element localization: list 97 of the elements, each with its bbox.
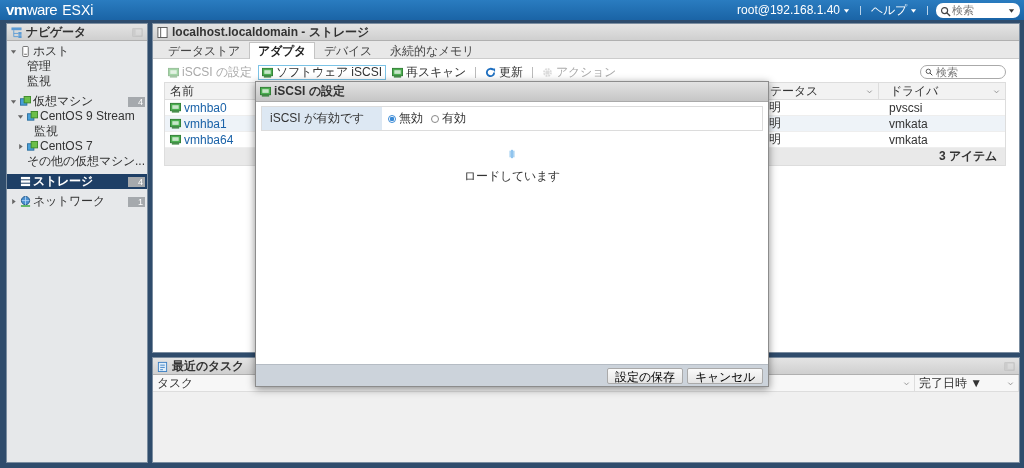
card-icon [170,102,181,113]
collapse-arrow-icon[interactable] [10,48,17,55]
refresh-icon [485,66,497,78]
panel-title: ナビゲータ [26,24,86,40]
collapse-arrow-icon[interactable] [10,98,17,105]
field-label: iSCSI が有効です [262,107,382,130]
card-icon [392,66,404,78]
chevron-icon[interactable] [866,87,873,95]
dialog-title: iSCSI の設定 [274,83,345,100]
tree-label: 管理 [27,59,51,74]
stacked-boxes-icon [27,111,38,122]
radio-label: 有効 [442,110,466,127]
chevron-icon[interactable] [1007,380,1014,387]
loading-icon [507,149,517,159]
tab[interactable]: 永続的なメモリ [381,42,483,58]
dialog-button[interactable]: 設定の保存 [607,367,683,384]
tab[interactable]: デバイス [315,42,381,58]
tree-label: 監視 [34,124,58,139]
tree-item[interactable]: ストレージ 4 [7,174,147,189]
tree-item[interactable]: 監視 [7,124,147,139]
toolbar-button[interactable]: 更新 [481,64,528,80]
tree-label: CentOS 7 [40,139,93,154]
server-icon [20,46,31,57]
radio-button[interactable] [431,114,439,123]
tab[interactable]: データストア [159,42,249,58]
caret-icon [843,6,850,14]
tree-label: 監視 [27,74,51,89]
header-label: 完了日時 ▼ [919,375,983,392]
collapse-arrow-icon[interactable] [17,113,24,120]
count-badge: 1 [128,196,145,207]
card-icon [262,66,273,78]
card-icon [260,86,271,97]
table-cell: vmkata [878,116,1005,132]
tree-label: その他の仮想マシン... [27,154,145,169]
radio-label: 無効 [399,110,423,127]
tab[interactable]: アダプタ [249,42,315,59]
expand-arrow-icon[interactable] [10,198,17,205]
dialog-button[interactable]: キャンセル [687,367,763,384]
search-icon [925,68,933,76]
window-icon [157,26,168,38]
logo-text: vmware [6,1,58,19]
search-field[interactable]: 検索 [920,65,1006,79]
tree-item[interactable]: CentOS 7 [7,139,147,154]
chevron-icon[interactable] [993,87,1000,95]
tree-item[interactable]: ネットワーク 1 [7,194,147,209]
radio-option[interactable]: 有効 [431,110,466,127]
tree-item[interactable]: 監視 [7,74,147,89]
panel-title: 最近のタスク [172,358,244,374]
clipboard-icon [157,360,168,372]
tree-label: CentOS 9 Stream [40,109,135,124]
chevron-icon[interactable] [903,380,910,387]
settings-icon [542,66,554,78]
tree-item[interactable]: その他の仮想マシン... [7,154,147,169]
panel-title: localhost.localdomain - ストレージ [172,24,369,40]
product-name: ESXi [62,1,94,19]
expand-arrow-icon[interactable] [17,143,24,150]
caret-icon [1008,6,1015,14]
adapter-link[interactable]: vmhba1 [184,116,227,131]
globe-icon [20,196,31,207]
search-icon [940,5,951,17]
card-icon [170,134,181,145]
tree-item[interactable]: CentOS 9 Stream [7,109,147,124]
count-badge: 4 [128,96,145,107]
help-menu[interactable]: ヘルプ [869,2,919,18]
stacked-boxes-icon [20,96,31,107]
tree-label: ネットワーク [33,194,105,209]
tree-item[interactable]: 仮想マシン 4 [7,94,147,109]
radio-option[interactable]: 無効 [388,110,423,127]
header-label: ドライバ [890,82,938,100]
adapter-link[interactable]: vmhba0 [184,100,227,115]
loading-text: ロードしています [464,168,560,185]
card-icon [168,66,179,78]
toolbar-button[interactable]: ソフトウェア iSCSI [258,64,387,80]
tree-label: ストレージ [33,174,93,189]
caret-icon [910,6,917,14]
table-cell: pvscsi [878,100,1005,116]
stacked-boxes-icon [27,141,38,152]
tree-item[interactable]: 管理 [7,59,147,74]
item-count: 3 アイテム [939,148,997,165]
toolbar-button[interactable]: 再スキャン [388,64,471,80]
search-field[interactable]: 検索 [936,2,1020,18]
disk-stack-icon [20,176,31,187]
tree-label: 仮想マシン [33,94,93,109]
header-label: テータス [770,82,818,100]
count-badge: 4 [128,176,145,187]
radio-button[interactable] [388,114,396,123]
tree-icon [11,26,22,38]
header-label: タスク [157,375,193,392]
table-cell: vmkata [878,132,1005,148]
tree-label: ホスト [33,44,69,59]
header-label: 名前 [170,82,194,100]
adapter-link[interactable]: vmhba64 [184,132,234,147]
column-header[interactable]: ドライバ [878,83,1005,100]
tree-item[interactable]: ホスト [7,44,147,59]
card-icon [170,118,181,129]
column-header[interactable]: 完了日時 ▼ [915,375,1019,392]
user-menu[interactable]: root@192.168.1.40 [735,2,852,18]
